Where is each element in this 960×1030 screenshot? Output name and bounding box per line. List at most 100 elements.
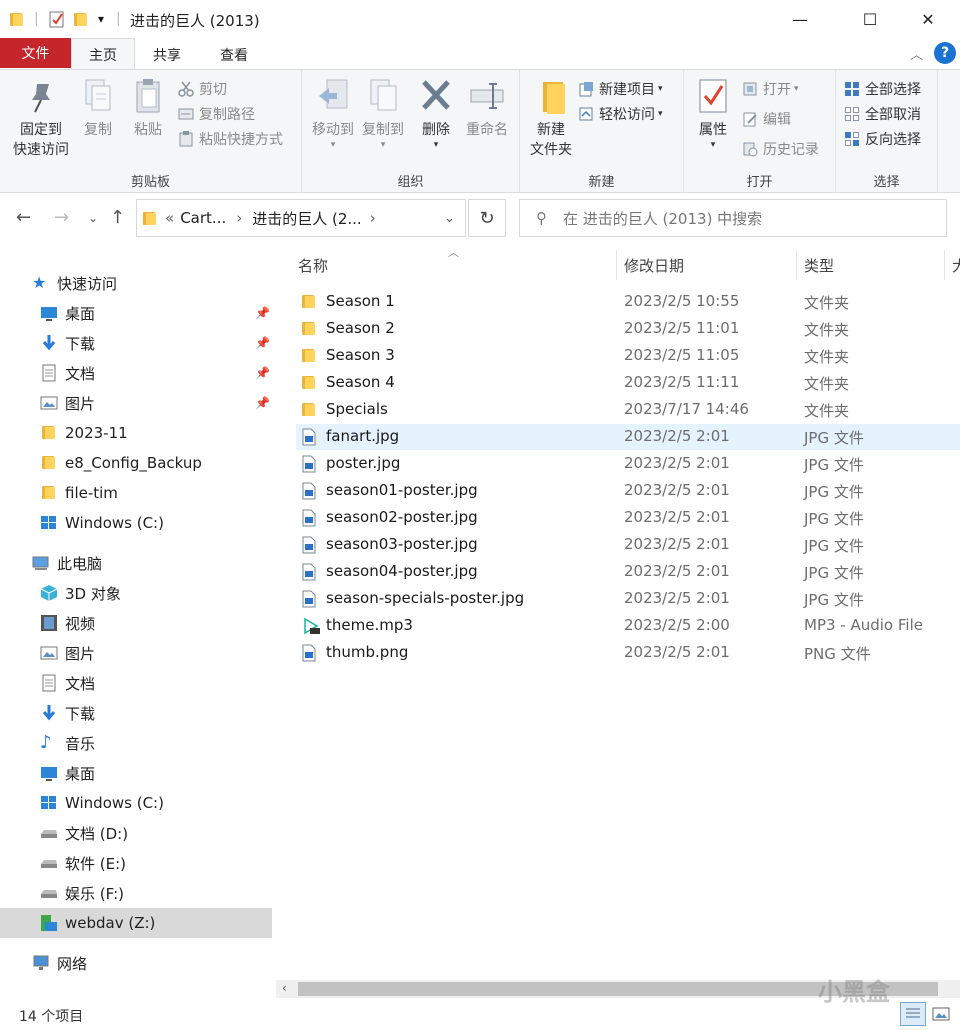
cut-label: 剪切 <box>199 82 227 98</box>
nav-quick-access[interactable]: ★ 快速访问 <box>32 268 273 298</box>
pin-icon[interactable]: 📌 <box>255 396 270 410</box>
customize-toolbar-dropdown[interactable]: ▾ <box>98 9 104 29</box>
nav-drive-z[interactable]: webdav (Z:) <box>0 908 272 938</box>
file-row[interactable]: season03-poster.jpg 2023/2/5 2:01 JPG 文件 <box>296 532 960 558</box>
pin-icon[interactable]: 📌 <box>255 366 270 380</box>
scroll-left-icon[interactable]: ‹ <box>282 981 287 995</box>
collapse-ribbon-icon[interactable]: ︿ <box>910 44 923 63</box>
edit-icon <box>742 111 758 127</box>
breadcrumb-overflow[interactable]: « <box>165 209 174 227</box>
file-row[interactable]: season01-poster.jpg 2023/2/5 2:01 JPG 文件 <box>296 478 960 504</box>
nav-drive-f[interactable]: 娱乐 (F:) <box>40 878 273 908</box>
refresh-icon[interactable]: ↻ <box>468 199 506 237</box>
file-row[interactable]: season04-poster.jpg 2023/2/5 2:01 JPG 文件 <box>296 559 960 585</box>
forward-arrow-icon[interactable]: → <box>54 207 69 228</box>
invert-selection-button[interactable]: 反向选择 <box>844 128 921 150</box>
nav-qa-e8-config-backup[interactable]: e8_Config_Backup <box>40 448 273 478</box>
properties-button[interactable]: 属性 ▾ <box>690 76 736 150</box>
delete-button[interactable]: 删除 ▾ <box>414 76 458 150</box>
column-header-modified[interactable]: 修改日期 <box>624 254 684 276</box>
file-row[interactable]: fanart.jpg 2023/2/5 2:01 JPG 文件 <box>296 424 960 450</box>
back-arrow-icon[interactable]: ← <box>16 207 31 228</box>
folder-row[interactable]: Season 2 2023/2/5 11:01 文件夹 <box>296 316 960 342</box>
properties-quick-button[interactable] <box>48 9 66 29</box>
nav-pictures[interactable]: 图片 <box>40 638 273 668</box>
copy-button[interactable]: 复制 <box>76 76 120 140</box>
new-item-button[interactable]: 新建项目 ▾ <box>578 78 663 100</box>
close-button[interactable]: ✕ <box>905 0 951 38</box>
nav-desktop[interactable]: 桌面 <box>40 758 273 788</box>
easy-access-button[interactable]: 轻松访问 ▾ <box>578 103 663 125</box>
file-row[interactable]: thumb.png 2023/2/5 2:01 PNG 文件 <box>296 640 960 666</box>
column-header-type[interactable]: 类型 <box>804 254 834 276</box>
copy-path-button[interactable]: 复制路径 <box>178 103 255 125</box>
nav-music[interactable]: ♪ 音乐 <box>40 728 273 758</box>
nav-drive-d[interactable]: 文档 (D:) <box>40 818 273 848</box>
search-input[interactable]: ⚲ 在 进击的巨人 (2013) 中搜索 <box>519 199 947 237</box>
file-name-cell: thumb.png <box>302 643 408 662</box>
history-button[interactable]: 历史记录 <box>742 138 819 160</box>
nav-qa-documents[interactable]: 文档 <box>40 358 273 388</box>
pin-icon[interactable]: 📌 <box>255 306 270 320</box>
new-folder-quick-button[interactable] <box>74 9 88 29</box>
breadcrumb-item[interactable]: 进击的巨人 (2... <box>252 208 361 229</box>
nav-this-pc[interactable]: 此电脑 <box>32 548 273 578</box>
nav-windows-c[interactable]: Windows (C:) <box>40 788 273 818</box>
nav-3d-objects[interactable]: 3D 对象 <box>40 578 273 608</box>
move-to-button[interactable]: 移动到 ▾ <box>306 76 360 150</box>
new-folder-button[interactable]: 新建 文件夹 <box>524 76 578 160</box>
column-divider[interactable] <box>944 250 945 280</box>
nav-qa-desktop[interactable]: 桌面 <box>40 298 273 328</box>
details-view-icon[interactable] <box>900 1002 926 1026</box>
tab-home[interactable]: 主页 <box>71 38 135 70</box>
file-row[interactable]: season02-poster.jpg 2023/2/5 2:01 JPG 文件 <box>296 505 960 531</box>
nav-downloads[interactable]: 下载 <box>40 698 273 728</box>
nav-videos[interactable]: 视频 <box>40 608 273 638</box>
nav-qa-windows-c[interactable]: Windows (C:) <box>40 508 273 538</box>
network-icon <box>32 954 50 972</box>
up-arrow-icon[interactable]: ↑ <box>110 207 125 228</box>
column-divider[interactable] <box>616 250 617 280</box>
nav-qa-file-tim[interactable]: file-tim <box>40 478 273 508</box>
folder-row[interactable]: Season 4 2023/2/5 11:11 文件夹 <box>296 370 960 396</box>
cut-button[interactable]: 剪切 <box>178 78 227 100</box>
pin-to-quick-access-button[interactable]: 固定到 快速访问 <box>8 76 74 160</box>
address-dropdown-chevron-icon[interactable]: ⌄ <box>444 211 455 226</box>
minimize-button[interactable]: — <box>777 0 823 38</box>
nav-qa-2023-11[interactable]: 2023-11 <box>40 418 273 448</box>
paste-shortcut-button[interactable]: 粘贴快捷方式 <box>178 128 283 150</box>
breadcrumb-separator[interactable]: › <box>236 209 242 227</box>
folder-row[interactable]: Season 3 2023/2/5 11:05 文件夹 <box>296 343 960 369</box>
large-icons-view-icon[interactable] <box>930 1004 952 1024</box>
maximize-button[interactable]: ☐ <box>847 0 893 38</box>
nav-qa-downloads[interactable]: 下载 <box>40 328 273 358</box>
breadcrumb-item[interactable]: Cart... <box>180 209 226 227</box>
column-divider[interactable] <box>796 250 797 280</box>
nav-drive-e[interactable]: 软件 (E:) <box>40 848 273 878</box>
tab-file[interactable]: 文件 <box>0 38 71 68</box>
nav-qa-pictures[interactable]: 图片 <box>40 388 273 418</box>
open-button[interactable]: 打开 ▾ <box>742 78 799 100</box>
tab-share[interactable]: 共享 <box>135 40 199 70</box>
nav-documents[interactable]: 文档 <box>40 668 273 698</box>
folder-row[interactable]: Season 1 2023/2/5 10:55 文件夹 <box>296 289 960 315</box>
nav-network[interactable]: 网络 <box>32 948 273 978</box>
copy-to-button[interactable]: 复制到 ▾ <box>356 76 410 150</box>
breadcrumb-separator[interactable]: › <box>370 209 376 227</box>
file-row[interactable]: poster.jpg 2023/2/5 2:01 JPG 文件 <box>296 451 960 477</box>
file-row[interactable]: theme.mp3 2023/2/5 2:00 MP3 - Audio File <box>296 613 960 639</box>
help-icon[interactable]: ? <box>934 42 956 64</box>
column-header-size[interactable]: 大 <box>952 254 960 276</box>
select-none-button[interactable]: 全部取消 <box>844 103 921 125</box>
folder-row[interactable]: Specials 2023/7/17 14:46 文件夹 <box>296 397 960 423</box>
edit-button[interactable]: 编辑 <box>742 108 791 130</box>
address-bar[interactable]: « Cart... › 进击的巨人 (2... › ⌄ <box>136 199 466 237</box>
select-all-button[interactable]: 全部选择 <box>844 78 921 100</box>
recent-locations-chevron-icon[interactable]: ⌄ <box>88 211 98 225</box>
file-row[interactable]: season-specials-poster.jpg 2023/2/5 2:01 J… <box>296 586 960 612</box>
pin-icon[interactable]: 📌 <box>255 336 270 350</box>
column-header-name[interactable]: 名称 <box>298 254 328 276</box>
rename-button[interactable]: 重命名 <box>462 76 512 140</box>
tab-view[interactable]: 查看 <box>199 40 269 70</box>
paste-button[interactable]: 粘贴 <box>126 76 170 140</box>
